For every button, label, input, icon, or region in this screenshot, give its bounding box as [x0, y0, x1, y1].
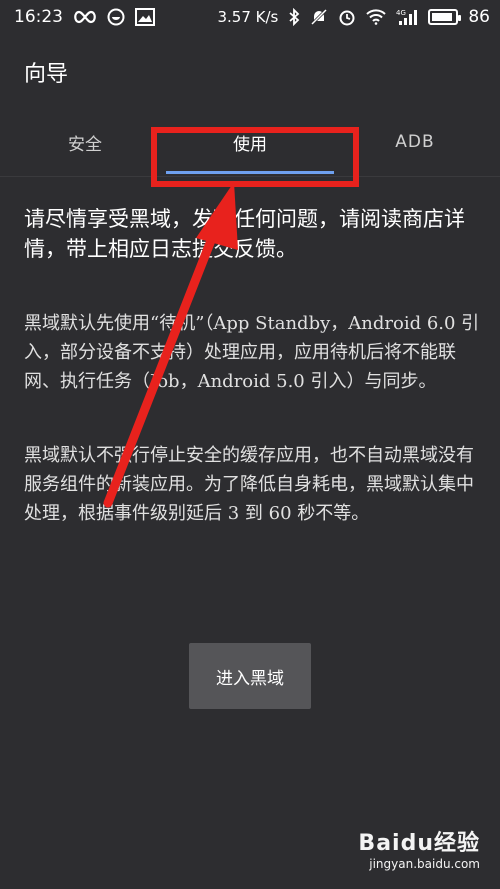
- paragraph-standby: 黑域默认先使用“待机”（App Standby，Android 6.0 引入，部…: [24, 313, 480, 392]
- watermark-url: jingyan.baidu.com: [369, 857, 480, 871]
- annotation-highlight-box: [151, 127, 359, 187]
- app-circle-icon: [107, 7, 125, 27]
- infinity-icon: [73, 7, 97, 27]
- svg-text:4G: 4G: [396, 9, 406, 17]
- paragraph-cache: 黑域默认不强行停止安全的缓存应用，也不自动黑域没有服务组件的新装应用。为了降低自…: [24, 445, 474, 524]
- status-time: 16:23: [14, 7, 63, 27]
- network-speed: 3.57 K/s: [217, 8, 279, 26]
- battery-level: 86: [468, 7, 490, 27]
- status-bar: 16:23 3.57 K/s 4G 86: [0, 0, 500, 34]
- image-icon: [135, 7, 155, 27]
- wifi-icon: [366, 7, 387, 27]
- intro-text: 请尽情享受黑域，发现任何问题，请阅读商店详情，带上相应日志提交反馈。: [24, 207, 465, 261]
- battery-icon: [428, 9, 462, 25]
- tab-adb[interactable]: ADB: [350, 115, 480, 169]
- watermark-brand: Baidu经验: [358, 831, 480, 856]
- enter-button[interactable]: 进入黑域: [189, 643, 311, 709]
- page-title: 向导: [24, 62, 69, 87]
- alarm-icon: [338, 7, 356, 27]
- bluetooth-icon: [288, 7, 300, 27]
- mute-bell-icon: [310, 7, 328, 27]
- tab-safety[interactable]: 安全: [20, 115, 150, 169]
- watermark: Baidu经验 jingyan.baidu.com: [358, 825, 480, 871]
- cell-signal-icon: 4G: [396, 7, 418, 27]
